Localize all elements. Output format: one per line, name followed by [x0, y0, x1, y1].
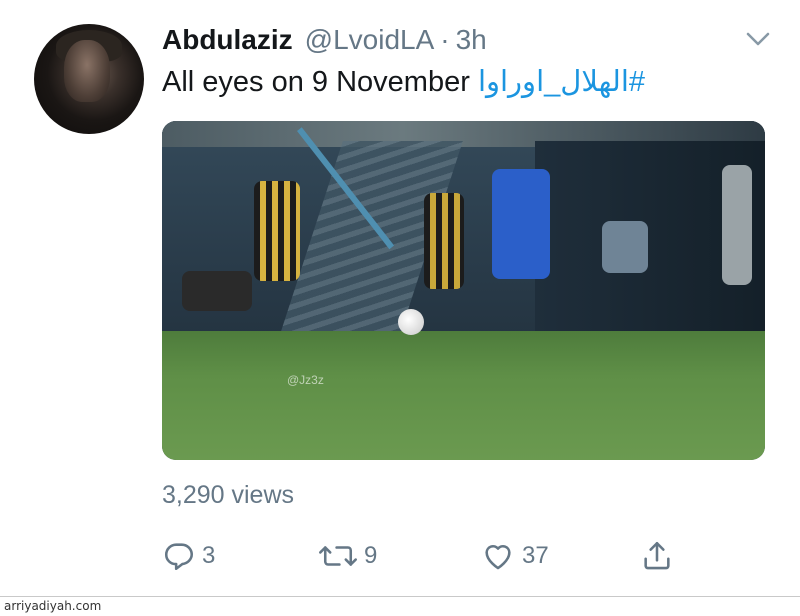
like-icon: [485, 544, 511, 570]
tweet-time[interactable]: 3h: [456, 24, 487, 56]
player-figure: [602, 221, 648, 273]
chevron-down-icon[interactable]: [744, 28, 772, 50]
avatar[interactable]: [34, 24, 144, 134]
tweet-text: All eyes on 9 November #الهلال_اوراوا: [162, 64, 645, 99]
site-watermark: arriyadiyah.com: [4, 599, 102, 613]
player-figure: [492, 169, 550, 279]
footer-divider: [0, 596, 800, 597]
avatar-face: [64, 40, 110, 102]
reply-icon: [164, 543, 194, 571]
tweet-video[interactable]: @Jz3z: [162, 121, 765, 460]
header-separator: ·: [440, 24, 450, 55]
view-count: 3,290 views: [162, 481, 295, 509]
share-button[interactable]: [640, 536, 674, 576]
like-count: 37: [522, 542, 549, 569]
share-icon: [644, 541, 670, 570]
player-figure: [254, 181, 300, 281]
video-pitch: [162, 331, 765, 460]
reply-button[interactable]: 3: [162, 536, 215, 576]
reply-count: 3: [202, 542, 216, 569]
tweet-header: Abdulaziz @LvoidLA · 3h: [162, 24, 487, 58]
retweet-count: 9: [364, 542, 378, 569]
user-handle[interactable]: @LvoidLA: [305, 24, 435, 56]
player-figure: [722, 165, 752, 285]
player-figure: [424, 193, 464, 289]
video-watermark: @Jz3z: [287, 373, 324, 387]
retweet-icon: [319, 546, 357, 566]
hashtag-link[interactable]: #الهلال_اوراوا: [478, 66, 645, 98]
player-figure: [182, 271, 252, 311]
ball: [398, 309, 424, 335]
tweet-body: All eyes on 9 November: [162, 66, 470, 98]
retweet-button[interactable]: 9: [318, 536, 377, 576]
like-button[interactable]: 37: [480, 536, 549, 576]
display-name[interactable]: Abdulaziz: [162, 24, 293, 56]
